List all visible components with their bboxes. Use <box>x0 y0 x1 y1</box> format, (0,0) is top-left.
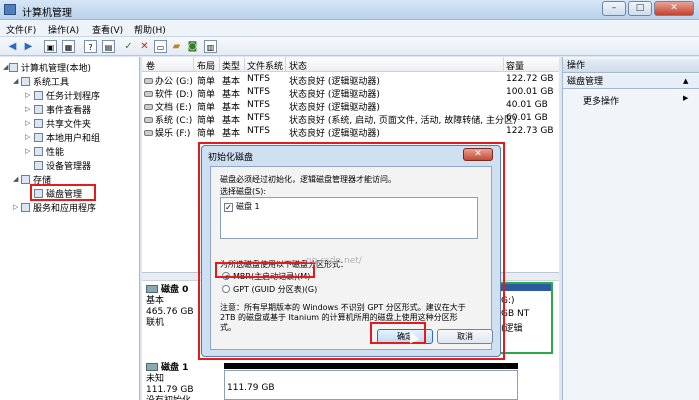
tree-task-scheduler[interactable]: 任务计划程序 <box>34 89 100 102</box>
disk-1-info[interactable]: 磁盘 1 未知 111.79 GB 没有初始化 <box>146 363 194 400</box>
volume-icon <box>144 130 153 136</box>
highlight-ok-button <box>370 322 426 344</box>
dialog-intro: 磁盘必须经过初始化，逻辑磁盘管理器才能访问。 <box>220 175 396 184</box>
menu-action[interactable]: 操作(A) <box>48 23 79 36</box>
rescan-icon[interactable]: ▭ <box>154 40 167 53</box>
computer-management-icon <box>4 4 16 15</box>
back-arrow-icon[interactable]: ◀ <box>6 40 19 53</box>
watermark-text: og.csdn.net/ <box>306 256 362 266</box>
dialog-title: 初始化磁盘 <box>208 153 254 163</box>
col-capacity[interactable]: 容量 <box>506 59 524 72</box>
volume-list-header: 卷 布局 类型 文件系统 状态 容量 <box>142 57 559 72</box>
event-icon <box>34 105 43 114</box>
col-volume[interactable]: 卷 <box>146 59 155 72</box>
table-row[interactable]: 文档 (E:) 简单 基本 NTFS 状态良好 (逻辑驱动器) 40.01 GB <box>142 99 559 113</box>
gpt-radio[interactable] <box>222 285 230 293</box>
toolbar: ◀ ▶ ▣ ▦ ? ▤ ✓ ✕ ▭ ▰ ◙ ▥ <box>0 37 699 56</box>
actions-header: 操作 <box>563 59 699 73</box>
device-icon <box>34 161 43 170</box>
volume-icon <box>144 104 153 110</box>
collapse-icon[interactable]: ◢ <box>13 175 18 183</box>
expand-icon[interactable]: ▷ <box>25 91 30 99</box>
minimize-button[interactable]: – <box>602 1 626 16</box>
actions-pane: 操作 磁盘管理 ▲ 更多操作 ▶ <box>562 57 699 400</box>
unallocated-bar <box>224 363 518 369</box>
expand-icon[interactable]: ▷ <box>25 119 30 127</box>
tools-icon <box>21 77 30 86</box>
table-row[interactable]: 系统 (C:) 简单 基本 NTFS 状态良好 (系统, 启动, 页面文件, 活… <box>142 112 559 126</box>
disk-1-checkbox-item[interactable]: ✓ 磁盘 1 <box>224 201 260 212</box>
expand-icon[interactable]: ▷ <box>25 147 30 155</box>
performance-icon <box>34 147 43 156</box>
table-row[interactable]: 软件 (D:) 简单 基本 NTFS 状态良好 (逻辑驱动器) 100.01 G… <box>142 86 559 100</box>
table-row[interactable]: 办公 (G:) 简单 基本 NTFS 状态良好 (逻辑驱动器) 122.72 G… <box>142 73 559 87</box>
volume-icon <box>144 78 153 84</box>
help-icon[interactable]: ▤ <box>102 40 115 53</box>
console-tree: ◢ 计算机管理(本地) ◢ 系统工具 ▷ 任务计划程序 ▷ 事件查看器 ▷ 共享… <box>0 57 140 400</box>
show-tree-icon[interactable]: ▦ <box>62 40 75 53</box>
expand-icon[interactable]: ▷ <box>25 133 30 141</box>
menu-help[interactable]: 帮助(H) <box>134 23 166 36</box>
search-disk-icon[interactable]: ◙ <box>186 40 199 53</box>
storage-icon <box>21 175 30 184</box>
disk-icon <box>146 285 158 293</box>
window-title: 计算机管理 <box>22 8 72 19</box>
checkbox[interactable]: ✓ <box>224 203 233 212</box>
forward-arrow-icon[interactable]: ▶ <box>22 40 35 53</box>
close-button[interactable]: ✕ <box>654 1 694 16</box>
col-status[interactable]: 状态 <box>289 59 307 72</box>
gpt-option[interactable]: GPT (GUID 分区表)(G) <box>222 284 317 295</box>
tree-system-tools[interactable]: 系统工具 <box>21 75 69 88</box>
tree-shared-folders[interactable]: 共享文件夹 <box>34 117 91 130</box>
unallocated-partition[interactable]: 111.79 GB <box>224 370 518 400</box>
clock-icon <box>34 91 43 100</box>
actions-group-disk-management[interactable]: 磁盘管理 <box>563 75 699 89</box>
disk-0-info[interactable]: 磁盘 0 基本 465.76 GB 联机 <box>146 285 194 329</box>
tree-device-manager[interactable]: 设备管理器 <box>34 159 91 172</box>
delete-icon[interactable]: ✕ <box>138 40 151 53</box>
volume-icon <box>144 91 153 97</box>
refresh-icon[interactable]: ✓ <box>122 40 135 53</box>
table-row[interactable]: 娱乐 (F:) 简单 基本 NTFS 状态良好 (逻辑驱动器) 122.73 G… <box>142 125 559 139</box>
tree-local-users[interactable]: 本地用户和组 <box>34 131 100 144</box>
view-icon[interactable]: ▥ <box>204 40 217 53</box>
disk-icon <box>146 363 158 371</box>
users-icon <box>34 133 43 142</box>
more-actions[interactable]: 更多操作 <box>583 94 619 107</box>
collapse-icon[interactable]: ◢ <box>3 63 8 71</box>
up-folder-icon[interactable]: ▣ <box>44 40 57 53</box>
select-disk-label: 选择磁盘(S): <box>220 187 267 196</box>
tree-performance[interactable]: 性能 <box>34 145 64 158</box>
menu-file[interactable]: 文件(F) <box>6 23 36 36</box>
tree-services[interactable]: 服务和应用程序 <box>21 201 96 214</box>
services-icon <box>21 203 30 212</box>
maximize-button[interactable]: □ <box>628 1 652 16</box>
computer-icon <box>9 63 18 72</box>
col-layout[interactable]: 布局 <box>197 59 215 72</box>
folder-icon <box>34 119 43 128</box>
expand-icon[interactable]: ▷ <box>25 105 30 113</box>
dialog-note-line-3: 式。 <box>220 323 236 332</box>
dialog-close-button[interactable]: ✕ <box>463 148 493 161</box>
initialize-disk-dialog: 初始化磁盘 ✕ 磁盘必须经过初始化，逻辑磁盘管理器才能访问。 选择磁盘(S): … <box>201 145 501 357</box>
cancel-button[interactable]: 取消 <box>437 329 493 344</box>
expand-icon[interactable]: ▷ <box>13 203 18 211</box>
col-filesystem[interactable]: 文件系统 <box>247 59 283 72</box>
tree-root[interactable]: 计算机管理(本地) <box>9 61 91 74</box>
properties-icon[interactable]: ? <box>84 40 97 53</box>
disk-select-list[interactable]: ✓ 磁盘 1 <box>220 197 478 239</box>
submenu-arrow-icon[interactable]: ▶ <box>683 94 688 102</box>
tree-event-viewer[interactable]: 事件查看器 <box>34 103 91 116</box>
col-type[interactable]: 类型 <box>222 59 240 72</box>
title-bar: 计算机管理 – □ ✕ <box>0 0 699 20</box>
collapse-icon[interactable]: ◢ <box>13 77 18 85</box>
volume-icon <box>144 117 153 123</box>
highlight-mbr-option <box>215 262 315 278</box>
collapse-up-icon[interactable]: ▲ <box>683 77 688 85</box>
open-folder-icon[interactable]: ▰ <box>170 40 183 53</box>
menu-bar: 文件(F) 操作(A) 查看(V) 帮助(H) <box>0 20 699 37</box>
highlight-disk-management <box>30 184 96 201</box>
menu-view[interactable]: 查看(V) <box>92 23 123 36</box>
